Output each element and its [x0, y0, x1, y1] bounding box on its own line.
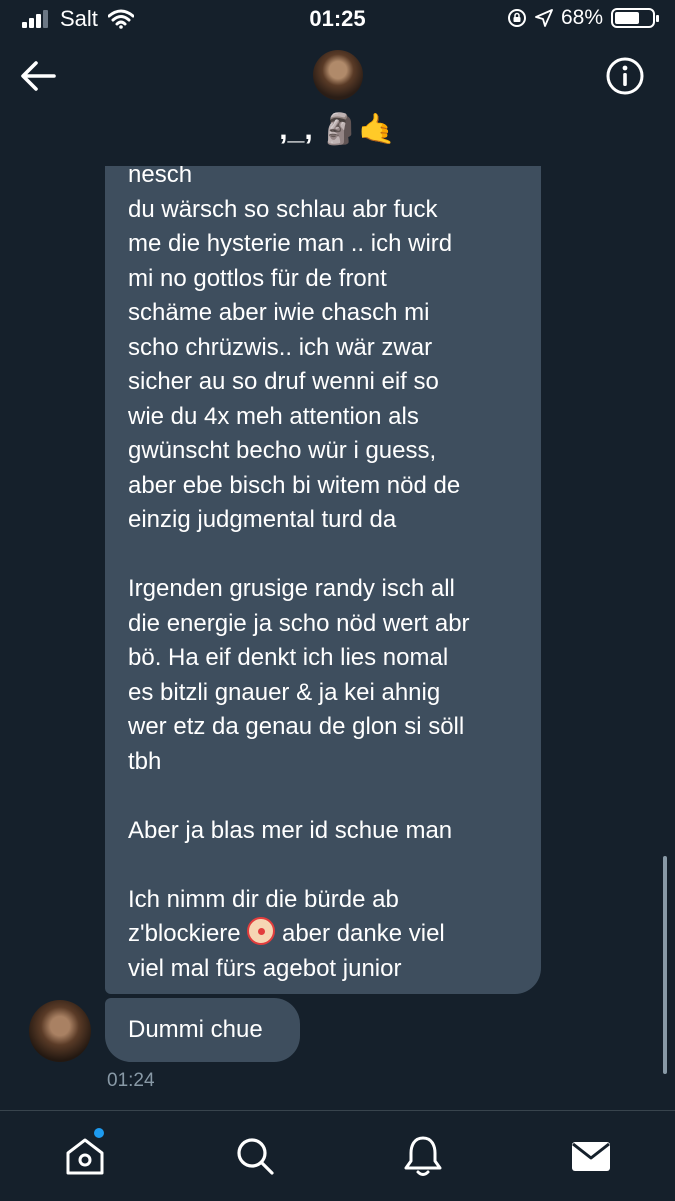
clown-emoji-icon	[247, 917, 276, 945]
message-body: nesch du wärsch so schlau abr fuck me di…	[128, 161, 470, 913]
message-line-part: aber danke viel	[281, 920, 445, 947]
home-icon[interactable]	[62, 1133, 108, 1179]
battery-icon	[611, 8, 659, 28]
location-icon	[535, 9, 553, 27]
message-text: nesch du wärsch so schlau abr fuck me di…	[128, 158, 528, 986]
notification-dot	[94, 1128, 104, 1138]
message-timestamp: 01:24	[107, 1070, 155, 1091]
status-right: 68%	[507, 6, 659, 30]
conversation-avatar[interactable]	[313, 50, 363, 100]
message-line-part: z'blockiere	[128, 920, 241, 947]
notifications-icon[interactable]	[400, 1133, 446, 1179]
message-bubble[interactable]: nesch du wärsch so schlau abr fuck me di…	[105, 110, 541, 994]
status-bar: Salt 01:25 68%	[0, 0, 675, 38]
conversation-title[interactable]: ,_, 🗿🤙	[0, 112, 675, 147]
scrollbar[interactable]	[663, 856, 667, 1074]
battery-percent: 68%	[560, 6, 603, 29]
conversation-header: ,_, 🗿🤙	[0, 38, 675, 166]
messages-icon[interactable]	[568, 1133, 614, 1179]
search-icon[interactable]	[232, 1133, 278, 1179]
message-last-line: viel mal fürs agebot junior	[128, 954, 402, 982]
info-icon[interactable]	[605, 56, 645, 96]
message-bubble[interactable]: Dummi chue	[105, 998, 300, 1062]
bottom-tab-bar	[0, 1110, 675, 1201]
message-text: Dummi chue	[128, 1016, 263, 1043]
sender-avatar[interactable]	[29, 1000, 91, 1062]
back-arrow-icon[interactable]	[18, 58, 58, 94]
orientation-lock-icon	[507, 9, 526, 27]
